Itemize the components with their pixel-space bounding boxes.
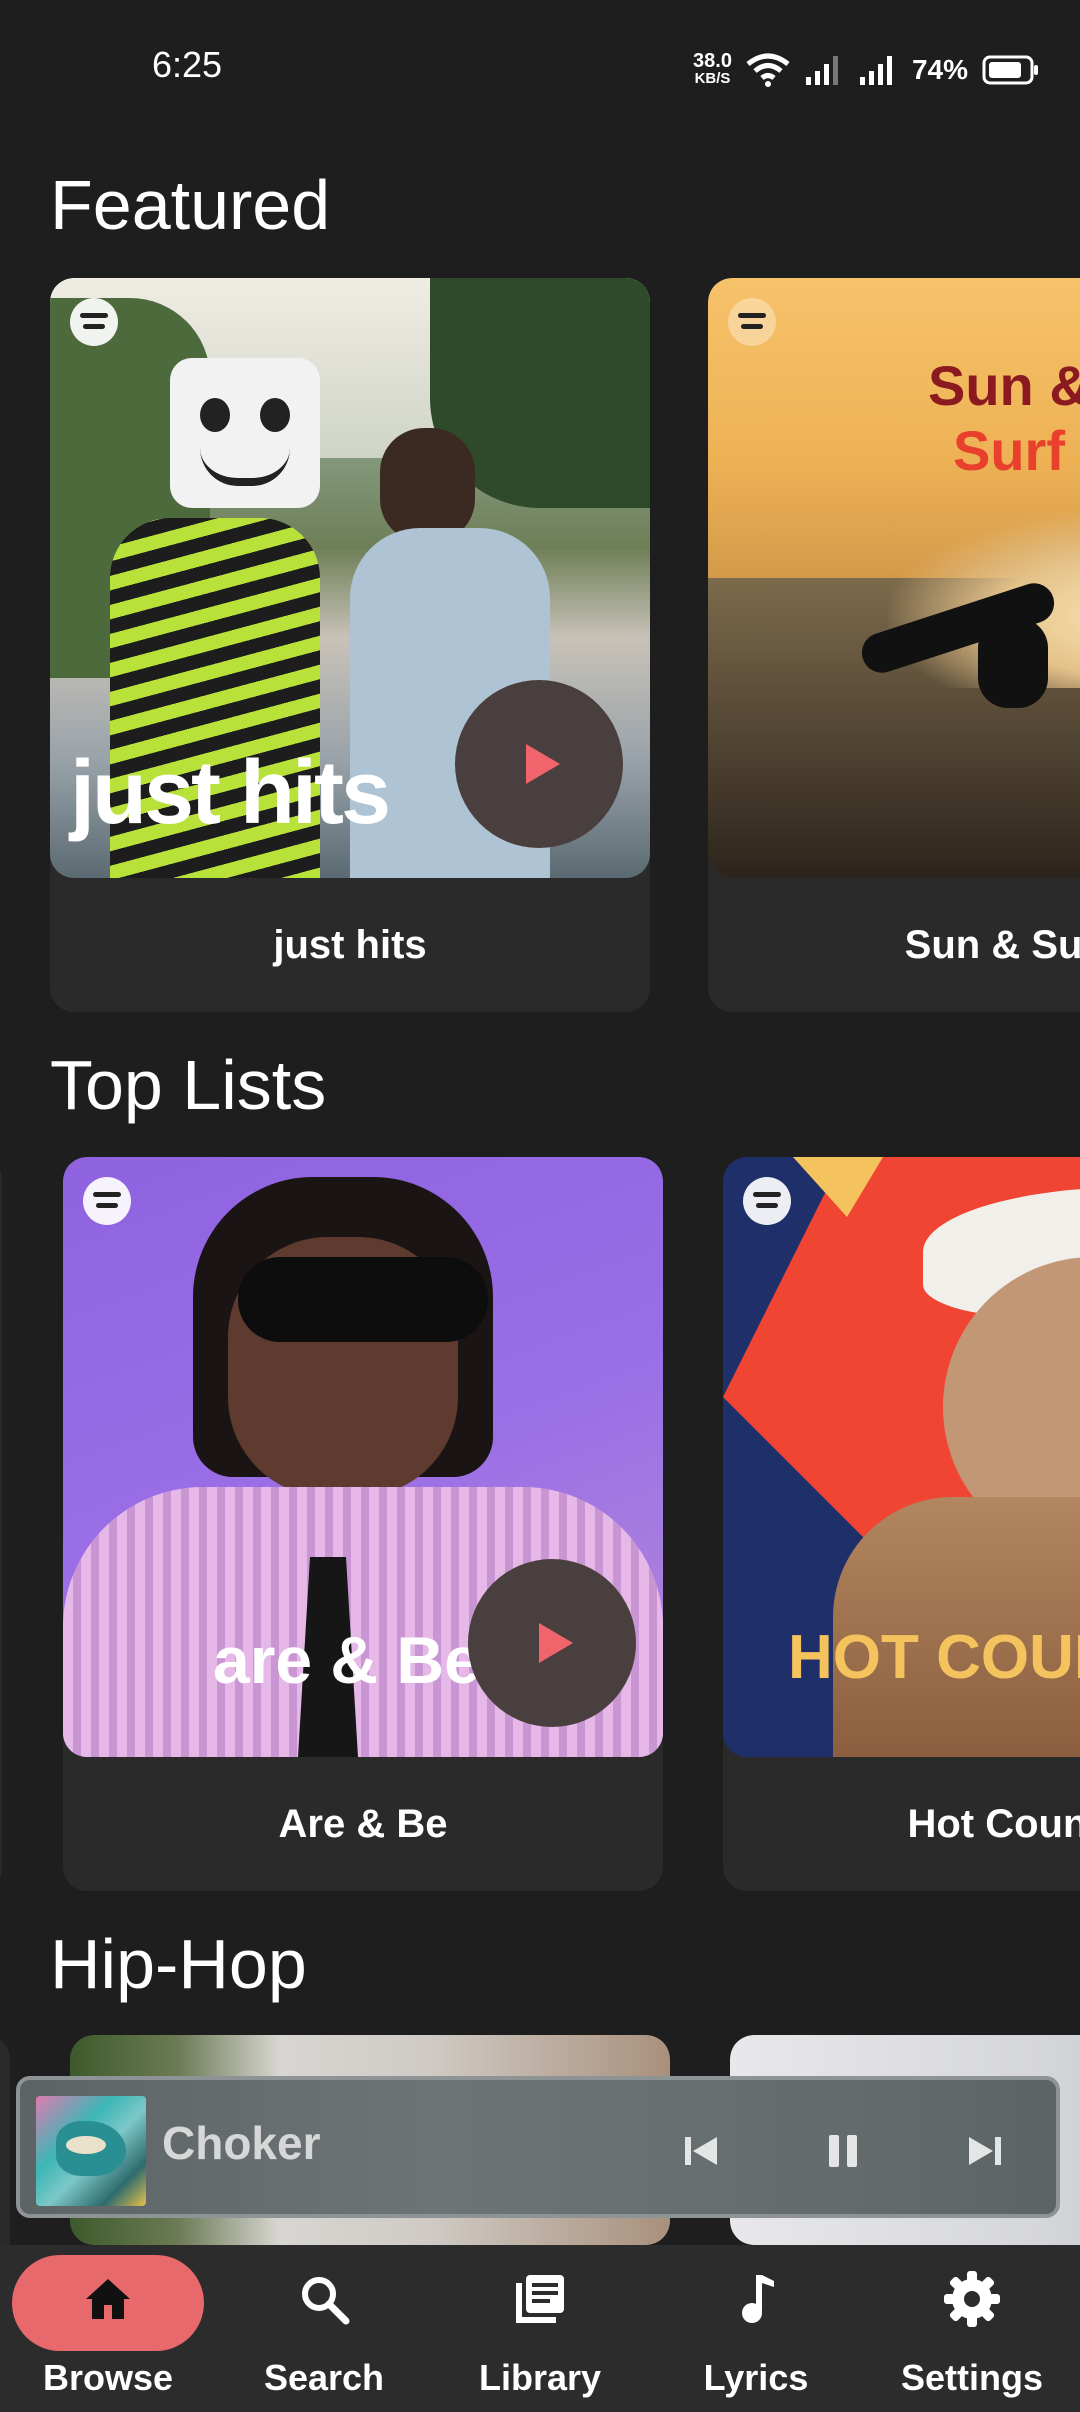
spotify-logo-icon: [743, 1177, 791, 1225]
card-edge: [0, 1157, 2, 1891]
skip-next-icon: [969, 2137, 1001, 2165]
cover-sun-surf: Sun & Surf: [708, 278, 1080, 878]
pause-button[interactable]: [808, 2116, 878, 2186]
gear-icon: [942, 2269, 1002, 2329]
spotify-logo-icon: [728, 298, 776, 346]
cover-text-sun: Sun &: [928, 354, 1080, 417]
nav-item-browse[interactable]: Browse: [0, 2245, 216, 2412]
nav-item-settings[interactable]: Settings: [864, 2245, 1080, 2412]
nav-label-lyrics: Lyrics: [703, 2357, 809, 2398]
cover-text-are-be: are & Be: [213, 1623, 481, 1697]
music-note-icon: [726, 2269, 786, 2329]
status-bar: 6:25 38.0 KB/S 74%: [0, 0, 1080, 140]
cover-text-just-hits: just hits: [70, 743, 391, 843]
library-icon: [510, 2269, 570, 2329]
nav-item-library[interactable]: Library: [432, 2245, 648, 2412]
nav-label-library: Library: [478, 2357, 602, 2398]
pause-icon: [829, 2135, 857, 2167]
top-lists-row[interactable]: are & Be Are & Be HOT COUNTRY Hot Countr…: [0, 1157, 1080, 1897]
nav-label-browse: Browse: [42, 2357, 174, 2398]
play-button[interactable]: [468, 1559, 636, 1727]
bottom-navigation: Browse Search Library Lyrics Settings: [0, 2245, 1080, 2412]
spotify-logo-icon: [70, 298, 118, 346]
network-speed: 38.0 KB/S: [693, 50, 732, 87]
card-label-hot-country: Hot Country: [907, 1801, 1080, 1846]
playlist-card-are-be[interactable]: are & Be Are & Be: [63, 1157, 663, 1891]
card-label-just-hits: just hits: [273, 922, 427, 967]
nav-item-lyrics[interactable]: Lyrics: [648, 2245, 864, 2412]
spotify-logo-icon: [83, 1177, 131, 1225]
now-playing-artwork: [36, 2096, 146, 2206]
cover-text-hot-country: HOT COUNTRY: [788, 1623, 1080, 1692]
now-playing-title: Choker: [162, 2117, 321, 2169]
home-icon: [78, 2269, 138, 2329]
wifi-icon: [746, 53, 790, 87]
card-edge: [0, 2035, 10, 2245]
nav-label-search: Search: [263, 2357, 385, 2398]
play-icon: [539, 1623, 573, 1663]
play-button[interactable]: [455, 680, 623, 848]
card-label-are-be: Are & Be: [278, 1801, 448, 1846]
cover-text-surf: Surf: [953, 419, 1065, 482]
signal-icon-1: [805, 56, 838, 85]
section-title-top-lists: Top Lists: [50, 1046, 327, 1124]
signal-icon-2: [859, 56, 892, 85]
nav-item-search[interactable]: Search: [216, 2245, 432, 2412]
search-icon: [294, 2269, 354, 2329]
mini-player[interactable]: Choker: [16, 2076, 1060, 2218]
playlist-card-hot-country[interactable]: HOT COUNTRY Hot Country: [723, 1157, 1080, 1891]
status-time: 6:25: [152, 44, 223, 85]
section-title-hip-hop: Hip-Hop: [50, 1925, 307, 2003]
card-label-sun-surf: Sun & Surf: [904, 922, 1080, 967]
battery-icon: [982, 55, 1038, 85]
previous-button[interactable]: [666, 2116, 736, 2186]
next-button[interactable]: [950, 2116, 1020, 2186]
featured-row[interactable]: just hits just hits Sun & Surf Sun & Sur…: [0, 278, 1080, 1018]
play-icon: [526, 744, 560, 784]
status-indicators: 38.0 KB/S 74%: [693, 48, 1040, 92]
cover-hot-country: HOT COUNTRY: [723, 1157, 1080, 1757]
skip-previous-icon: [685, 2137, 717, 2165]
playlist-card-just-hits[interactable]: just hits just hits: [50, 278, 650, 1012]
section-title-featured: Featured: [50, 166, 331, 244]
playlist-card-sun-surf[interactable]: Sun & Surf Sun & Surf: [708, 278, 1080, 1012]
nav-label-settings: Settings: [900, 2357, 1043, 2398]
battery-percent: 74%: [911, 54, 968, 85]
